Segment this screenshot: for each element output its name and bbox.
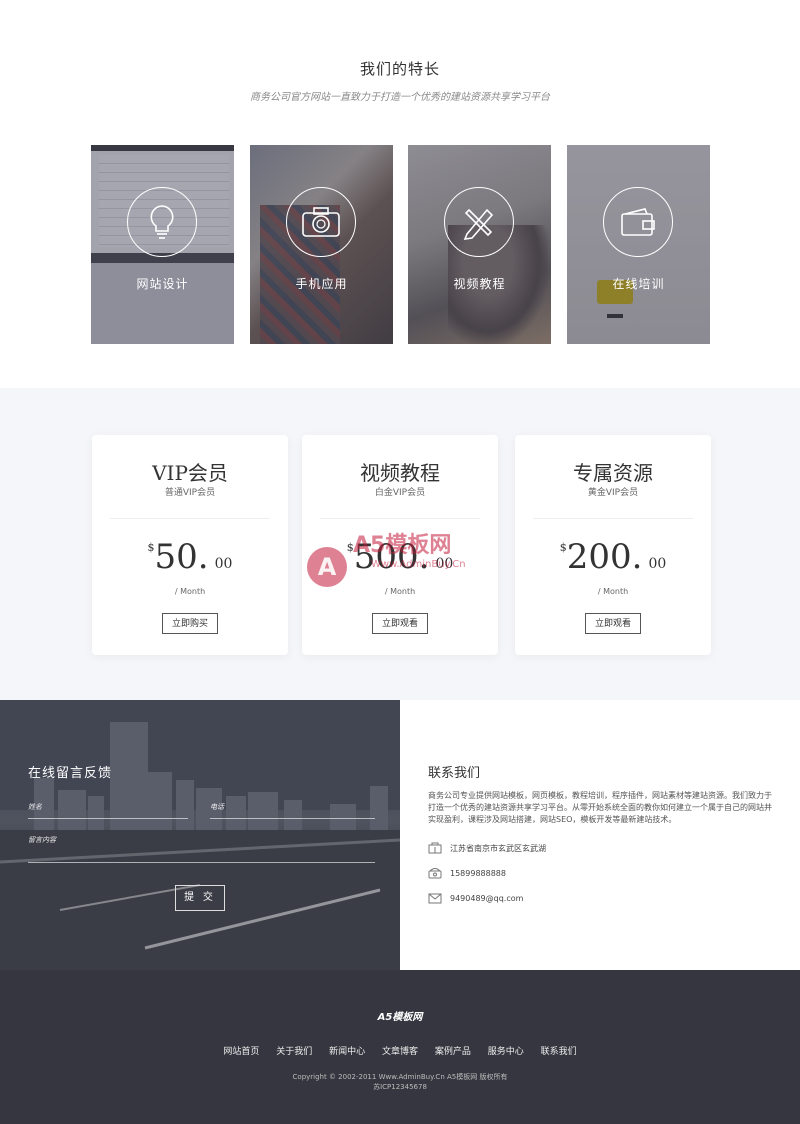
footer-link-about[interactable]: 关于我们: [276, 1047, 312, 1057]
footer-nav: 网站首页 关于我们 新闻中心 文章博客 案例产品 服务中心 联系我们: [0, 1044, 800, 1057]
feedback-form-title: 在线留言反馈: [28, 766, 113, 781]
price-card-exclusive: 专属资源 黄金VIP会员 $200. 00 / Month 立即观看: [515, 435, 711, 655]
footer-link-cases[interactable]: 案例产品: [435, 1047, 471, 1057]
divider: [110, 518, 270, 519]
address-row: 江苏省南京市玄武区玄武湖: [428, 841, 546, 855]
copyright-text: Copyright © 2002-2011 Www.AdminBuy.Cn A5…: [292, 1073, 508, 1081]
contact-description: 商务公司专业提供网站模板，网页模板，教程培训，程序插件，网站素材等建站资源。我们…: [428, 791, 772, 824]
features-title: 我们的特长: [359, 60, 440, 78]
message-label: 留言内容: [28, 836, 56, 844]
plan-price: $200. 00: [559, 537, 667, 577]
watch-now-button[interactable]: 立即观看: [585, 613, 641, 634]
lightbulb-icon: [127, 187, 197, 257]
footer-link-home[interactable]: 网站首页: [223, 1047, 259, 1057]
icp-text[interactable]: 苏ICP12345678: [0, 1082, 800, 1092]
feature-card-online-training[interactable]: 在线培训: [567, 145, 710, 344]
price-card-video: 视频教程 白金VIP会员 $500. 00 / Month 立即观看: [302, 435, 498, 655]
contact-info-panel: 联系我们 商务公司专业提供网站模板，网页模板，教程培训，程序插件，网站素材等建站…: [400, 700, 800, 970]
name-input[interactable]: [28, 818, 188, 819]
phone-input[interactable]: [210, 818, 375, 819]
address-text: 江苏省南京市玄武区玄武湖: [450, 843, 546, 853]
divider: [533, 518, 693, 519]
plan-name: 专属资源: [573, 461, 653, 485]
mail-icon: [428, 892, 442, 904]
plan-period: / Month: [384, 587, 416, 596]
email-text: 9490489@qq.com: [450, 893, 524, 903]
feedback-form-panel: 在线留言反馈 姓名 电话 留言内容 提 交: [0, 700, 400, 970]
buy-now-button[interactable]: 立即购买: [162, 613, 218, 634]
features-section: 我们的特长 商务公司官方网站一直致力于打造一个优秀的建站资源共享学习平台 网站设…: [0, 0, 800, 388]
camera-icon: [286, 187, 356, 257]
contact-section: 在线留言反馈 姓名 电话 留言内容 提 交 联系我们 商务公司专业提供网站模板，…: [0, 700, 800, 970]
feature-card-mobile-app[interactable]: 手机应用: [250, 145, 393, 344]
feature-card-web-design[interactable]: 网站设计: [91, 145, 234, 344]
footer-logo[interactable]: A5模板网: [0, 1008, 800, 1023]
message-input[interactable]: [28, 862, 375, 863]
phone-text: 15899888888: [450, 868, 506, 878]
feature-label: 网站设计: [136, 277, 189, 291]
contact-title: 联系我们: [428, 766, 481, 781]
plan-subtitle: 普通VIP会员: [164, 488, 216, 498]
footer-link-service[interactable]: 服务中心: [488, 1047, 524, 1057]
features-subtitle: 商务公司官方网站一直致力于打造一个优秀的建站资源共享学习平台: [250, 92, 550, 103]
plan-name: VIP会员: [152, 461, 228, 485]
footer: A5模板网 网站首页 关于我们 新闻中心 文章博客 案例产品 服务中心 联系我们…: [0, 970, 800, 1124]
footer-link-contact[interactable]: 联系我们: [541, 1047, 577, 1057]
feature-label: 视频教程: [453, 277, 506, 291]
feature-label: 在线培训: [612, 277, 665, 291]
plan-period: / Month: [174, 587, 206, 596]
phone-label: 电话: [210, 803, 224, 811]
pencil-ruler-icon: [444, 187, 514, 257]
plan-period: / Month: [597, 587, 629, 596]
plan-price: $500. 00: [346, 537, 454, 577]
price-card-vip: VIP会员 普通VIP会员 $50. 00 / Month 立即购买: [92, 435, 288, 655]
footer-link-blog[interactable]: 文章博客: [382, 1047, 418, 1057]
plan-price: $50. 00: [147, 537, 233, 577]
feature-label: 手机应用: [295, 277, 348, 291]
wallet-icon: [603, 187, 673, 257]
plan-name: 视频教程: [360, 461, 440, 485]
building-icon: [428, 842, 442, 854]
plan-subtitle: 白金VIP会员: [374, 488, 426, 498]
name-label: 姓名: [28, 803, 42, 811]
submit-button[interactable]: 提 交: [175, 885, 225, 911]
phone-icon: [428, 867, 442, 879]
plan-subtitle: 黄金VIP会员: [587, 488, 639, 498]
email-row: 9490489@qq.com: [428, 891, 523, 905]
divider: [320, 518, 480, 519]
phone-row: 15899888888: [428, 866, 506, 880]
city-skyline-image: [0, 700, 400, 970]
watch-now-button[interactable]: 立即观看: [372, 613, 428, 634]
feature-card-video-tutorial[interactable]: 视频教程: [408, 145, 551, 344]
footer-link-news[interactable]: 新闻中心: [329, 1047, 365, 1057]
pricing-section: VIP会员 普通VIP会员 $50. 00 / Month 立即购买 视频教程 白…: [0, 388, 800, 700]
